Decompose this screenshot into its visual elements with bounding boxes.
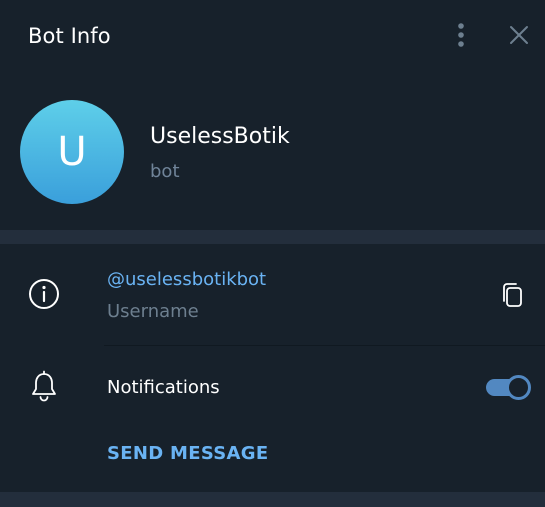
- notifications-label: Notifications: [107, 377, 220, 398]
- username-value[interactable]: @uselessbotikbot: [107, 268, 266, 292]
- profile-status: bot: [150, 161, 180, 182]
- notifications-row[interactable]: Notifications: [0, 346, 545, 430]
- info-icon: [29, 279, 59, 309]
- header: Bot Info: [0, 0, 545, 72]
- profile-section: U UselessBotik bot: [0, 72, 545, 230]
- notifications-toggle[interactable]: [486, 375, 531, 400]
- bell-icon: [32, 370, 56, 402]
- bottom-divider: [0, 492, 545, 507]
- toggle-knob: [506, 375, 531, 400]
- vertical-dots-icon: [458, 23, 464, 47]
- close-icon: [510, 26, 528, 44]
- section-divider: [0, 230, 545, 244]
- profile-name: UselessBotik: [150, 124, 290, 149]
- username-label: Username: [107, 301, 199, 322]
- more-options-button[interactable]: [446, 18, 476, 52]
- copy-button[interactable]: [498, 280, 528, 312]
- avatar[interactable]: U: [20, 100, 124, 204]
- panel-title: Bot Info: [28, 24, 111, 48]
- username-row[interactable]: @uselessbotikbot Username: [0, 244, 545, 346]
- send-message-button[interactable]: SEND MESSAGE: [107, 441, 268, 467]
- avatar-letter: U: [57, 129, 87, 175]
- close-button[interactable]: [503, 19, 535, 51]
- bot-info-panel: Bot Info U UselessBotik bot @uselessboti…: [0, 0, 545, 507]
- copy-icon: [503, 283, 522, 307]
